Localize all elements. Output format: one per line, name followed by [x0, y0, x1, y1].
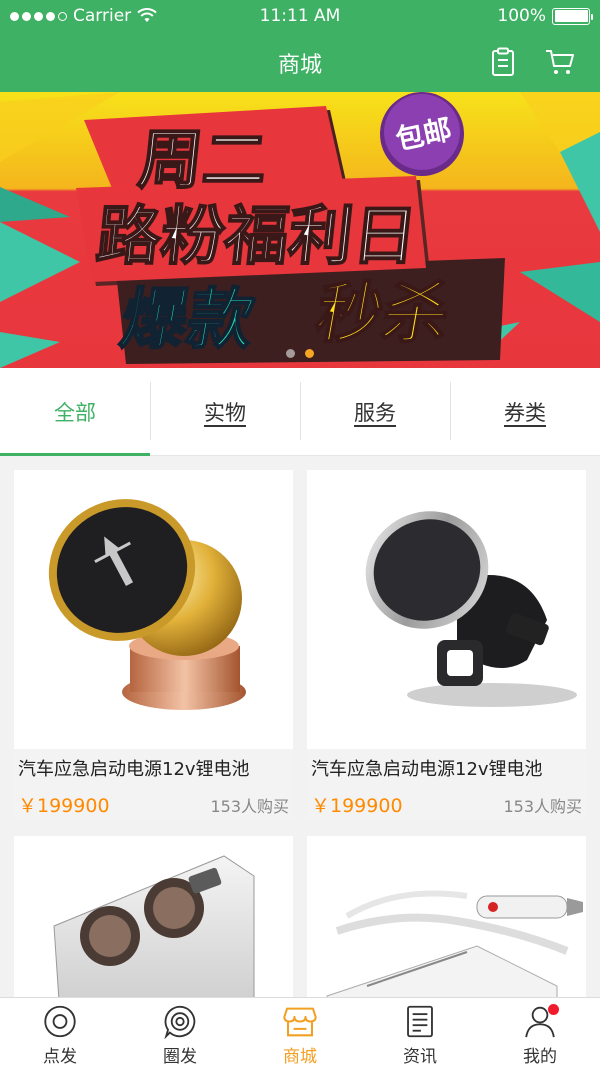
nav-item-store-label: 商城	[283, 1047, 317, 1067]
tab-coupon-label: 券类	[504, 400, 546, 425]
product-name: 汽车应急启动电源12v锂电池	[18, 759, 250, 780]
category-tabs: 全部 实物 服务 券类	[0, 368, 600, 456]
nav-item-circle[interactable]: 圈发	[120, 998, 240, 1067]
clipboard-icon[interactable]	[487, 46, 519, 78]
nav-item-news[interactable]: 资讯	[360, 998, 480, 1067]
tab-physical[interactable]: 实物	[150, 368, 300, 455]
top-bar: Carrier 11:11 AM 100% 商城	[0, 0, 600, 92]
cart-icon[interactable]	[544, 46, 576, 78]
banner-line3b: 秒杀	[310, 274, 456, 351]
product-image	[307, 470, 586, 749]
product-price: ￥199900	[311, 795, 403, 817]
news-icon	[407, 1005, 433, 1038]
tab-service[interactable]: 服务	[300, 368, 450, 455]
pager-dot[interactable]	[286, 349, 295, 358]
product-card[interactable]	[14, 836, 293, 997]
product-sold-count: 153人购买	[503, 797, 582, 816]
magnetic-ball-holder-image	[48, 499, 246, 710]
target-icon	[44, 1005, 76, 1038]
product-card[interactable]	[307, 836, 586, 997]
app-root: Carrier 11:11 AM 100% 商城 包邮 周二 路粉福利日 爆款 …	[0, 0, 600, 1067]
status-right: 100%	[497, 6, 593, 26]
dual-socket-charger-image	[53, 855, 255, 997]
battery-icon	[552, 7, 593, 25]
notification-dot	[548, 1004, 559, 1015]
tab-all[interactable]: 全部	[0, 368, 150, 456]
product-info: 汽车应急启动电源12v锂电池 ￥199900 153人购买	[307, 749, 586, 820]
air-vent-holder-image	[365, 511, 577, 707]
nav-bar: 商城	[0, 32, 600, 92]
product-card[interactable]: 汽车应急启动电源12v锂电池 ￥199900 153人购买	[14, 470, 293, 820]
banner-line2: 路粉福利日	[93, 199, 421, 274]
broadcast-icon	[164, 1005, 196, 1039]
status-bar: Carrier 11:11 AM 100%	[0, 0, 600, 32]
nav-item-point[interactable]: 点发	[0, 998, 120, 1067]
tab-service-label: 服务	[354, 400, 396, 425]
tab-all-label: 全部	[54, 400, 96, 425]
product-name: 汽车应急启动电源12v锂电池	[311, 759, 543, 780]
product-card[interactable]: 汽车应急启动电源12v锂电池 ￥199900 153人购买	[307, 470, 586, 820]
nav-item-store[interactable]: 商城	[240, 998, 360, 1067]
nav-item-circle-label: 圈发	[163, 1047, 197, 1067]
product-meta: ￥199900 153人购买	[311, 791, 582, 818]
product-price: ￥199900	[18, 795, 110, 817]
car-splitter-image	[326, 890, 583, 997]
product-info: 汽车应急启动电源12v锂电池 ￥199900 153人购买	[14, 749, 293, 820]
product-sold-count: 153人购买	[210, 797, 289, 816]
store-icon	[283, 1007, 317, 1037]
banner-artwork: 包邮 周二 路粉福利日 爆款 秒杀	[0, 92, 600, 368]
tab-coupon[interactable]: 券类	[450, 368, 600, 455]
banner-line1: 周二	[135, 123, 271, 198]
product-image	[14, 836, 293, 997]
nav-item-mine-label: 我的	[523, 1047, 557, 1067]
nav-item-news-label: 资讯	[403, 1047, 437, 1067]
bottom-nav: 点发 圈发 商城 资讯 我的	[0, 997, 600, 1067]
product-meta: ￥199900 153人购买	[18, 791, 289, 818]
product-image	[14, 470, 293, 749]
banner-pager[interactable]	[0, 349, 600, 358]
nav-item-mine[interactable]: 我的	[480, 998, 600, 1067]
nav-item-point-label: 点发	[43, 1047, 77, 1067]
product-image	[307, 836, 586, 997]
promo-banner[interactable]: 包邮 周二 路粉福利日 爆款 秒杀	[0, 92, 600, 368]
battery-label: 100%	[497, 6, 546, 26]
product-grid: 汽车应急启动电源12v锂电池 ￥199900 153人购买 汽车应急启动电源12…	[0, 456, 600, 997]
banner-line3a: 爆款	[115, 280, 261, 357]
tab-physical-label: 实物	[204, 400, 246, 425]
pager-dot-active[interactable]	[305, 349, 314, 358]
